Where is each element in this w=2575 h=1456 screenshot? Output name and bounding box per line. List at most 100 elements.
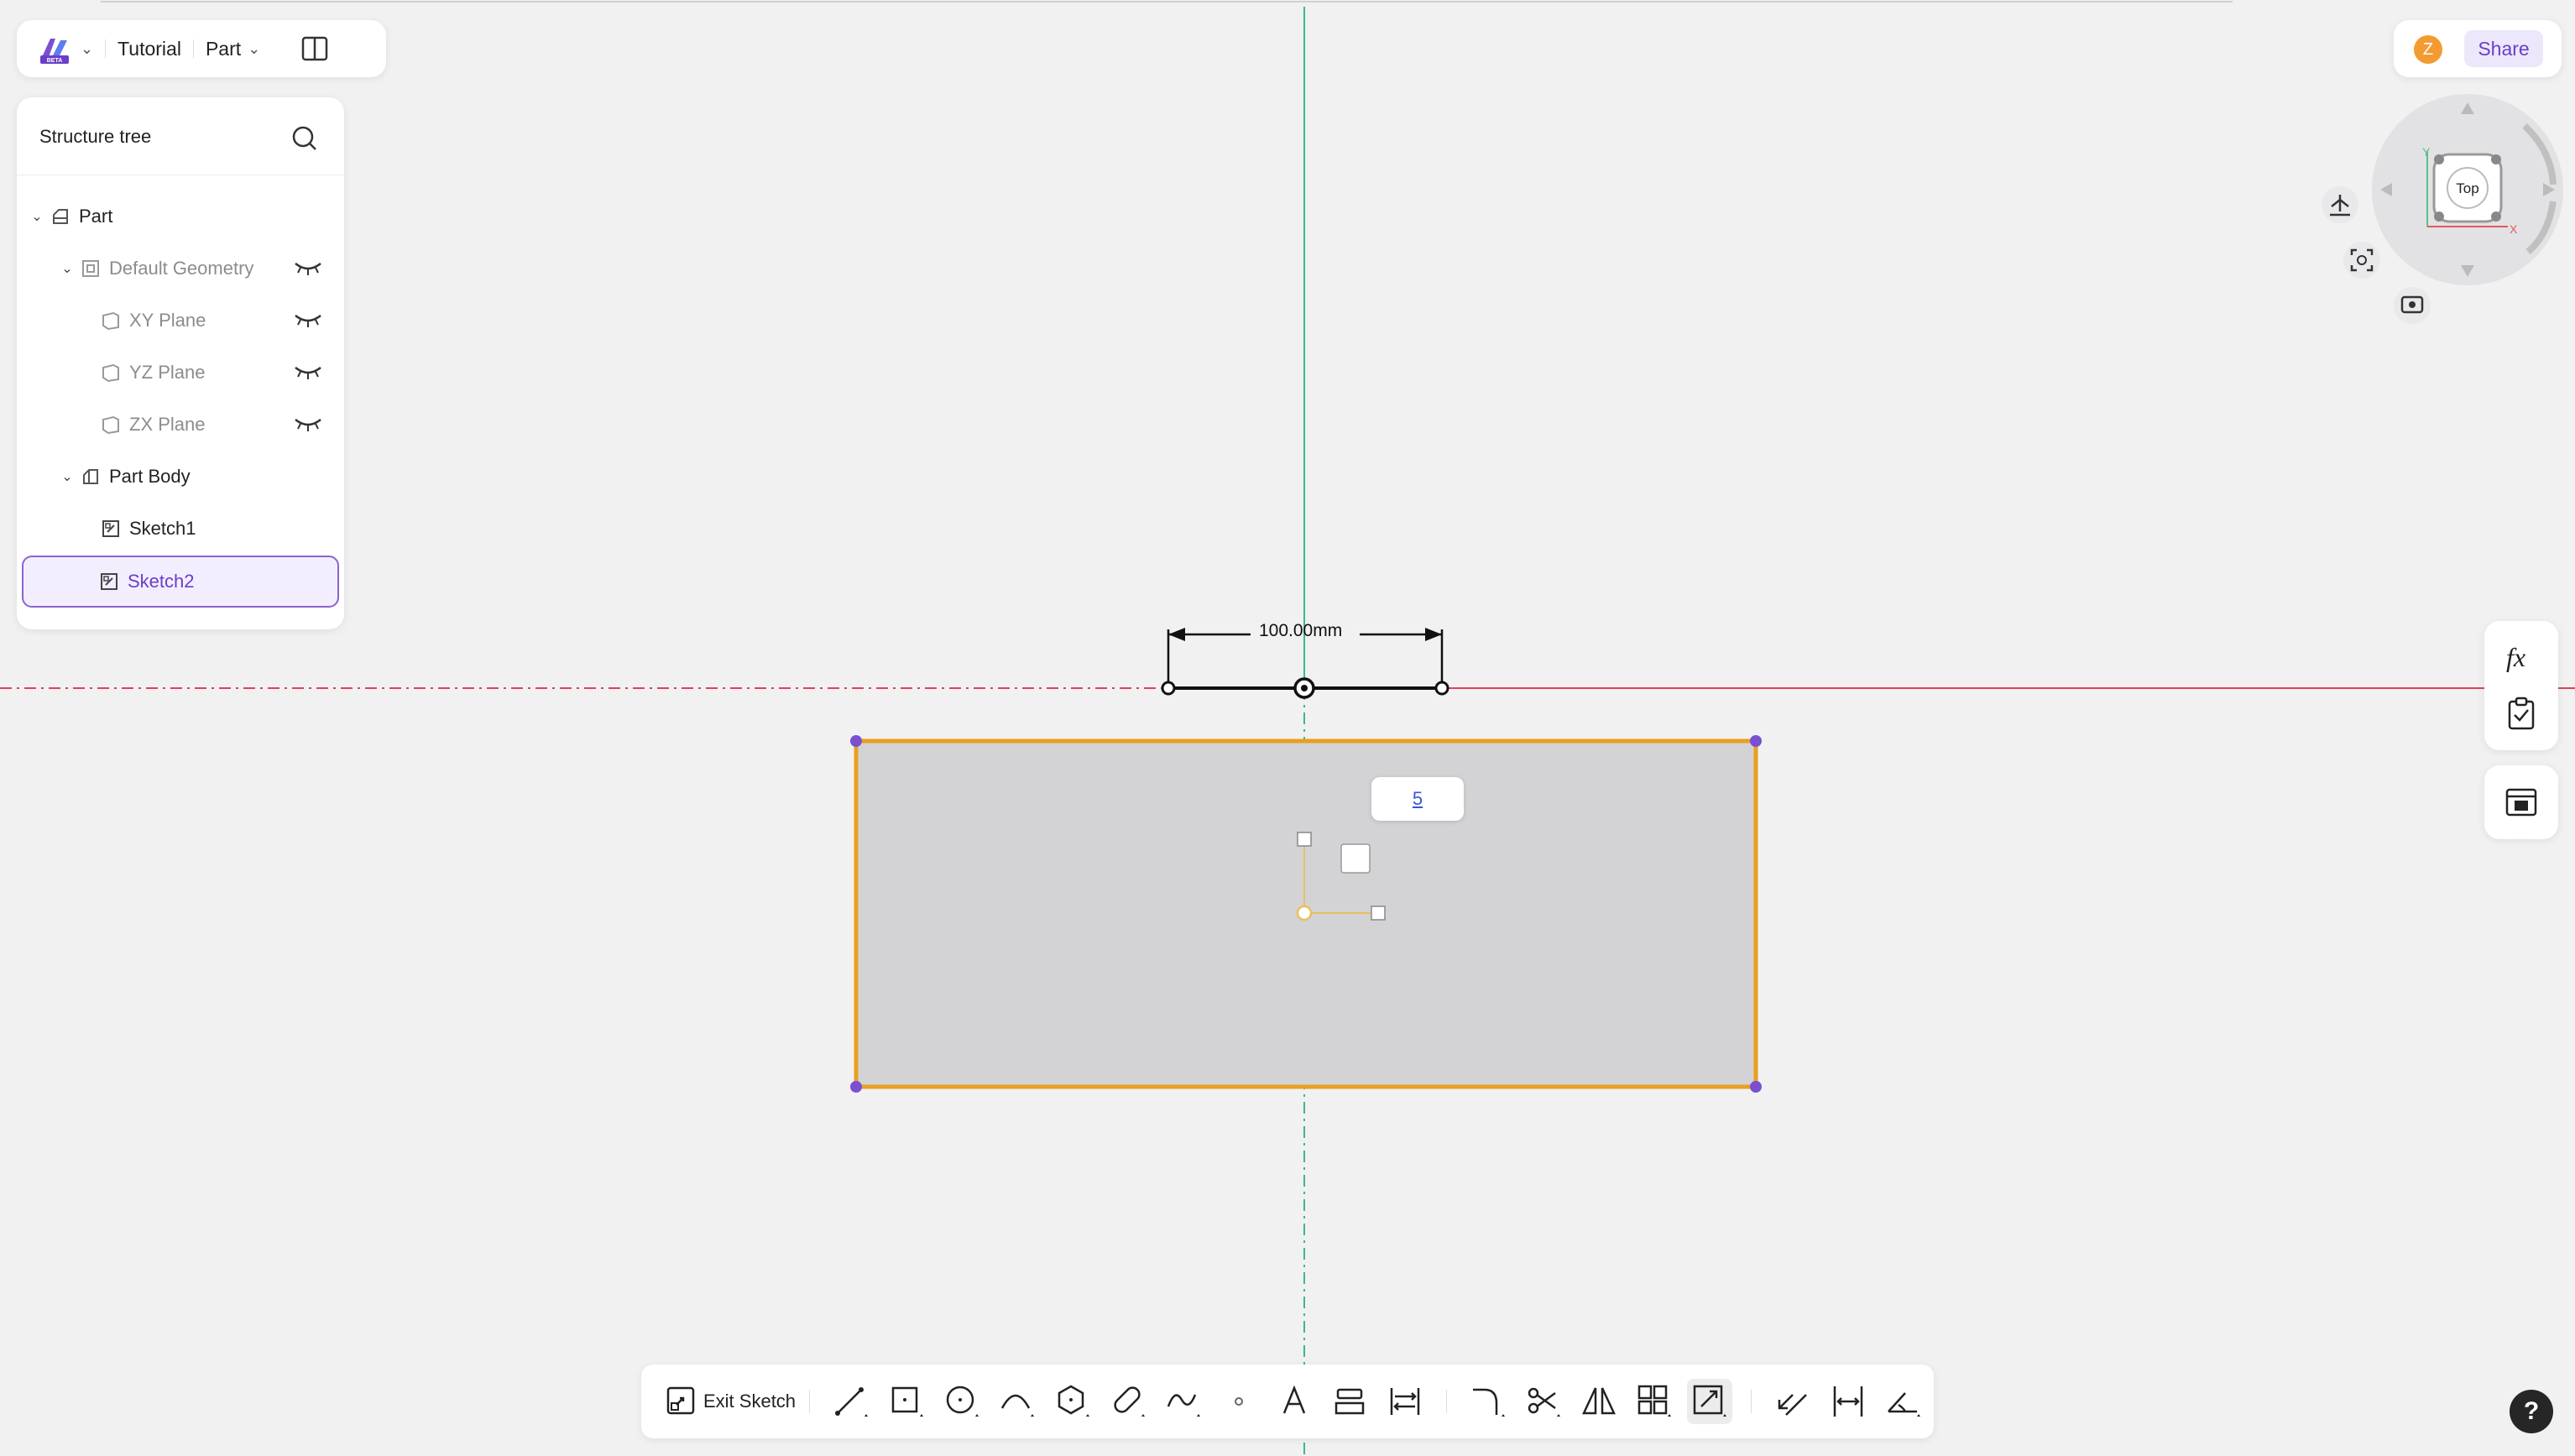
line-icon	[835, 1387, 869, 1417]
dimension-tool-button[interactable]	[1825, 1379, 1871, 1424]
dimension-label[interactable]: 100.00mm	[1259, 621, 1342, 641]
exit-sketch-button[interactable]: Exit Sketch	[665, 1385, 796, 1418]
sketch-icon	[101, 573, 118, 590]
chevron-down-icon[interactable]: ⌄	[81, 40, 93, 58]
mode-dropdown[interactable]: Part	[206, 38, 241, 60]
arc-tool-button[interactable]	[995, 1379, 1040, 1424]
handle-vertical	[1297, 832, 1312, 847]
spline-icon	[1167, 1394, 1201, 1417]
app-logo-icon[interactable]: BETA	[37, 32, 74, 65]
text-tool-button[interactable]	[1272, 1379, 1317, 1424]
eye-closed-icon[interactable]	[294, 415, 322, 433]
doc-name[interactable]: Tutorial	[118, 38, 181, 60]
arc-icon	[1000, 1394, 1035, 1417]
structure-tree-panel: Structure tree ⌄ Part ⌄ Default Geometry…	[17, 97, 344, 629]
table-icon[interactable]	[2504, 785, 2538, 819]
svg-text:BETA: BETA	[47, 58, 63, 64]
body-icon	[83, 469, 98, 484]
share-button[interactable]: Share	[2464, 30, 2543, 67]
offset-icon	[1778, 1394, 1807, 1416]
divider	[1751, 1390, 1752, 1413]
scissors-icon	[1528, 1387, 1561, 1417]
tree-item-label: ZX Plane	[129, 414, 206, 435]
rectangle-tool-button[interactable]	[884, 1379, 929, 1424]
dimension-input-value[interactable]: 5	[1413, 788, 1423, 809]
sketch-icon	[102, 520, 119, 537]
chevron-down-icon[interactable]: ⌄	[248, 40, 260, 58]
polygon-tool-button[interactable]	[1050, 1379, 1095, 1424]
divider	[192, 39, 194, 58]
angle-tool-button[interactable]	[1881, 1379, 1926, 1424]
tree-item-zx-plane[interactable]: ZX Plane	[24, 399, 337, 450]
svg-text:Y: Y	[2422, 145, 2431, 159]
mirror-icon	[1582, 1387, 1617, 1415]
tree-item-default-geometry[interactable]: ⌄ Default Geometry	[24, 243, 337, 294]
point-icon	[1235, 1397, 1244, 1406]
tree-item-label: Default Geometry	[109, 258, 254, 279]
project-tool-button[interactable]	[1327, 1379, 1372, 1424]
mirror-tool-button[interactable]	[1576, 1379, 1622, 1424]
plane-icon	[102, 363, 119, 383]
circle-tool-button[interactable]	[939, 1379, 985, 1424]
tree-item-sketch1[interactable]: Sketch1	[24, 504, 337, 554]
point-tool-button[interactable]	[1216, 1379, 1261, 1424]
tree-item-part[interactable]: ⌄ Part	[24, 191, 337, 242]
tree-item-xy-plane[interactable]: XY Plane	[24, 295, 337, 346]
trim-tool-button[interactable]	[1521, 1379, 1566, 1424]
top-bar: BETA ⌄ Tutorial Part ⌄	[17, 20, 386, 77]
search-icon[interactable]	[290, 124, 319, 153]
dimension-input[interactable]: 5	[1371, 777, 1464, 821]
checklist-icon[interactable]	[2506, 697, 2536, 730]
sketch-toolbar: Exit Sketch	[641, 1365, 1934, 1438]
tree-item-label: Part Body	[109, 466, 191, 487]
line-tool-button[interactable]	[828, 1379, 874, 1424]
right-tools-panel: fx	[2484, 621, 2558, 750]
eye-closed-icon[interactable]	[294, 258, 322, 277]
pattern-icon	[1637, 1385, 1672, 1417]
tree-item-label: Sketch1	[129, 518, 196, 539]
slot-icon	[1114, 1386, 1146, 1417]
help-button[interactable]: ?	[2510, 1390, 2553, 1433]
svg-text:fx: fx	[2506, 642, 2525, 672]
panel-title: Structure tree	[39, 126, 152, 147]
constraint-icon	[1390, 1388, 1420, 1415]
circle-icon	[946, 1386, 979, 1417]
tree-item-label: XY Plane	[129, 310, 206, 331]
part-icon	[53, 209, 68, 224]
tree-item-part-body[interactable]: ⌄ Part Body	[24, 451, 337, 502]
chevron-down-icon[interactable]: ⌄	[30, 208, 44, 225]
fillet-tool-button[interactable]	[1465, 1379, 1511, 1424]
svg-text:X: X	[2510, 222, 2518, 236]
fillet-icon	[1473, 1388, 1506, 1417]
handle-plane	[1340, 843, 1371, 874]
tree-item-label: Sketch2	[128, 571, 195, 592]
chevron-down-icon[interactable]: ⌄	[60, 260, 74, 277]
scale-icon	[1693, 1385, 1727, 1417]
handle-horizontal	[1371, 905, 1386, 921]
spline-tool-button[interactable]	[1161, 1379, 1206, 1424]
scale-tool-button[interactable]	[1687, 1379, 1733, 1424]
pattern-tool-button[interactable]	[1632, 1379, 1677, 1424]
divider	[105, 39, 107, 58]
view-face-label: Top	[2456, 180, 2478, 196]
eye-closed-icon[interactable]	[294, 363, 322, 381]
eye-closed-icon[interactable]	[294, 311, 322, 329]
project-icon	[1335, 1388, 1365, 1415]
view-cube[interactable]: Y X Top	[2300, 84, 2568, 344]
tree-item-yz-plane[interactable]: YZ Plane	[24, 347, 337, 398]
exit-sketch-label: Exit Sketch	[703, 1391, 797, 1412]
avatar[interactable]: Z	[2414, 35, 2442, 64]
sketch-canvas[interactable]	[0, 0, 2575, 1456]
formula-icon[interactable]: fx	[2503, 639, 2540, 676]
plane-icon	[102, 311, 119, 331]
constraint-tool-button[interactable]	[1382, 1379, 1428, 1424]
geometry-icon	[82, 260, 99, 277]
polygon-icon	[1058, 1385, 1090, 1417]
fit-view-button[interactable]	[2343, 242, 2380, 279]
chevron-down-icon[interactable]: ⌄	[60, 468, 74, 485]
tree-item-sketch2[interactable]: Sketch2	[22, 556, 339, 608]
slot-tool-button[interactable]	[1105, 1379, 1151, 1424]
text-icon	[1282, 1385, 1306, 1414]
panel-toggle-icon[interactable]	[300, 34, 329, 63]
offset-tool-button[interactable]	[1770, 1379, 1815, 1424]
